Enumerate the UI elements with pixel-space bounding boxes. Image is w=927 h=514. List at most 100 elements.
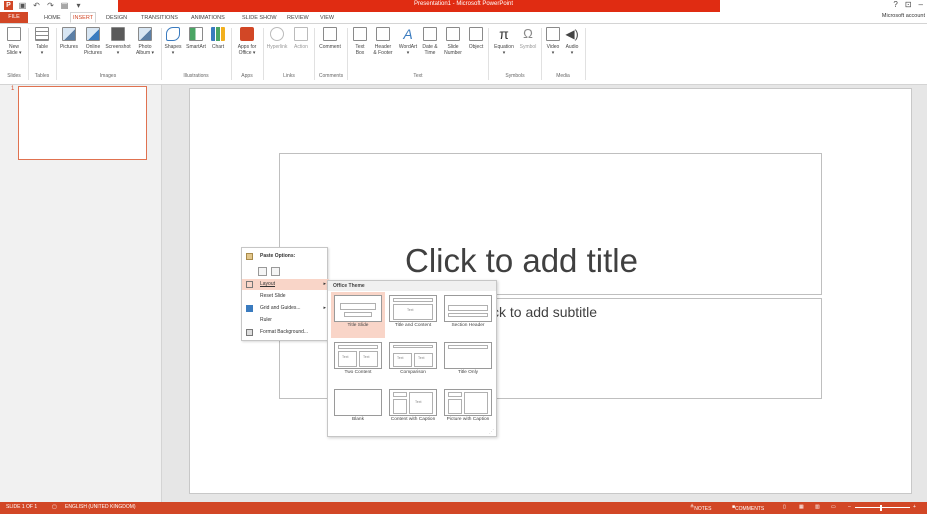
new-slide-button[interactable]: New Slide ▾ [5,27,23,56]
online-pictures-icon [86,27,100,41]
zoom-out-button[interactable]: – [848,504,851,510]
undo-icon[interactable]: ↶ [32,1,41,10]
microsoft-account-link[interactable]: Microsoft account [882,13,925,19]
redo-icon[interactable]: ↷ [46,1,55,10]
language-indicator[interactable]: ENGLISH (UNITED KINGDOM) [65,504,136,510]
menu-item-grid-label: Grid and Guides... [260,305,301,311]
tab-slide-show[interactable]: SLIDE SHOW [240,13,279,23]
slide-thumbnails-pane[interactable]: 1 [0,85,162,502]
audio-button[interactable]: ◀) Audio ▾ [563,27,581,56]
chart-button[interactable]: Chart [209,27,227,50]
slideshow-icon[interactable]: ▭ [831,504,836,510]
spelling-icon[interactable]: ▢ [52,504,57,510]
normal-view-icon[interactable]: ▯ [783,504,786,510]
group-label-slides: Slides [7,73,21,79]
shapes-button[interactable]: Shapes ▾ [163,27,183,56]
zoom-in-button[interactable]: + [913,504,916,510]
header-footer-label: Header & Footer [373,44,393,56]
paste-options-header: Paste Options: [242,251,329,262]
ribbon-display-options-button[interactable]: ⊡ [905,0,912,9]
minimize-button[interactable]: – [919,0,923,9]
action-label: Action [294,44,308,50]
group-label-links: Links [283,73,295,79]
smartart-button[interactable]: SmartArt [184,27,208,50]
slide-sorter-icon[interactable]: ▦ [799,504,804,510]
date-time-label: Date & Time [422,44,438,56]
help-button[interactable]: ? [893,0,897,9]
save-icon[interactable]: ▣ [18,1,27,10]
action-icon [294,27,308,41]
preview-title-box [340,303,376,310]
pictures-button[interactable]: Pictures [58,27,80,50]
hyperlink-icon [270,27,284,41]
layout-label: Two Content [344,370,372,375]
resize-grip-icon[interactable]: ⋰ [489,429,494,435]
slide-thumbnail[interactable] [18,86,147,160]
comments-label: COMMENTS [735,506,765,512]
paste-use-destination-theme-icon[interactable] [258,267,267,276]
window-controls: ? ⊡ – [893,0,923,9]
powerpoint-logo-icon: P [4,1,13,10]
wordart-button[interactable]: A WordArt ▾ [397,27,419,56]
menu-item-format-background[interactable]: Format Background... [242,327,329,338]
header-footer-button[interactable]: Header & Footer [370,27,396,56]
video-button[interactable]: Video ▾ [544,27,562,56]
menu-item-grid-and-guides[interactable]: Grid and Guides... ▸ [242,303,329,314]
comments-button[interactable]: ■ COMMENTS [732,504,764,512]
tab-insert[interactable]: INSERT [70,12,97,23]
layout-two-content[interactable]: Text Text Two Content [331,339,385,385]
layout-comparison[interactable]: Text Text Comparison [386,339,440,385]
start-from-beginning-icon[interactable]: ▤ [60,1,69,10]
layout-title-only[interactable]: Title Only [441,339,495,385]
layout-preview: Text [389,389,437,416]
symbol-button[interactable]: Ω Symbol [518,27,538,51]
text-box-button[interactable]: Text Box [351,27,369,56]
layout-section-header[interactable]: Section Header [441,292,495,338]
context-menu: Paste Options: Layout ▸ Reset Slide Grid… [241,247,329,341]
reading-view-icon[interactable]: ▥ [815,504,820,510]
photo-album-button[interactable]: Photo Album ▾ [133,27,157,56]
table-button[interactable]: Table ▾ [32,27,52,56]
preview-title-box [393,298,433,302]
subtitle-placeholder-text: ck to add subtitle [492,304,598,320]
layout-title-and-content[interactable]: Text Title and Content [386,292,440,338]
layout-picture-with-caption[interactable]: Picture with Caption [441,386,495,432]
notes-button[interactable]: ≜ NOTES [690,504,711,512]
notes-label: NOTES [694,506,712,512]
tab-home[interactable]: HOME [42,13,63,23]
layout-blank[interactable]: Blank [331,386,385,432]
tab-review[interactable]: REVIEW [285,13,311,23]
screenshot-button[interactable]: Screenshot ▾ [105,27,131,56]
zoom-slider-track[interactable] [855,507,910,508]
tab-view[interactable]: VIEW [318,13,336,23]
preview-text: Text [363,355,370,359]
comment-button[interactable]: Comment [316,27,344,50]
smartart-label: SmartArt [186,44,206,50]
layout-title-slide[interactable]: Title Slide [331,292,385,338]
object-button[interactable]: Object [466,27,486,50]
apps-for-office-button[interactable]: Apps for Office ▾ [234,27,260,56]
tab-animations[interactable]: ANIMATIONS [189,13,227,23]
tab-file[interactable]: FILE [0,12,28,23]
menu-item-reset-slide[interactable]: Reset Slide [242,291,329,302]
slide-number-button[interactable]: Slide Number [441,27,465,56]
tab-transitions[interactable]: TRANSITIONS [139,13,180,23]
photo-album-icon [138,27,152,41]
action-button[interactable]: Action [291,27,311,50]
tab-design[interactable]: DESIGN [104,13,129,23]
object-label: Object [468,44,484,50]
menu-item-layout[interactable]: Layout ▸ [242,279,329,290]
title-placeholder[interactable]: Click to add title [279,153,822,295]
equation-button[interactable]: π Equation ▾ [491,27,517,56]
date-time-button[interactable]: Date & Time [420,27,440,56]
paste-picture-icon[interactable] [271,267,280,276]
menu-item-ruler[interactable]: Ruler [242,315,329,326]
zoom-slider-thumb[interactable] [880,505,882,511]
layout-content-with-caption[interactable]: Text Content with Caption [386,386,440,432]
online-pictures-button[interactable]: Online Pictures [82,27,104,56]
preview-title-box [393,345,433,348]
hyperlink-button[interactable]: Hyperlink [265,27,289,50]
wordart-label: WordArt ▾ [398,44,418,56]
customize-qat-icon[interactable]: ▾ [74,1,83,10]
screenshot-label: Screenshot ▾ [105,44,131,56]
